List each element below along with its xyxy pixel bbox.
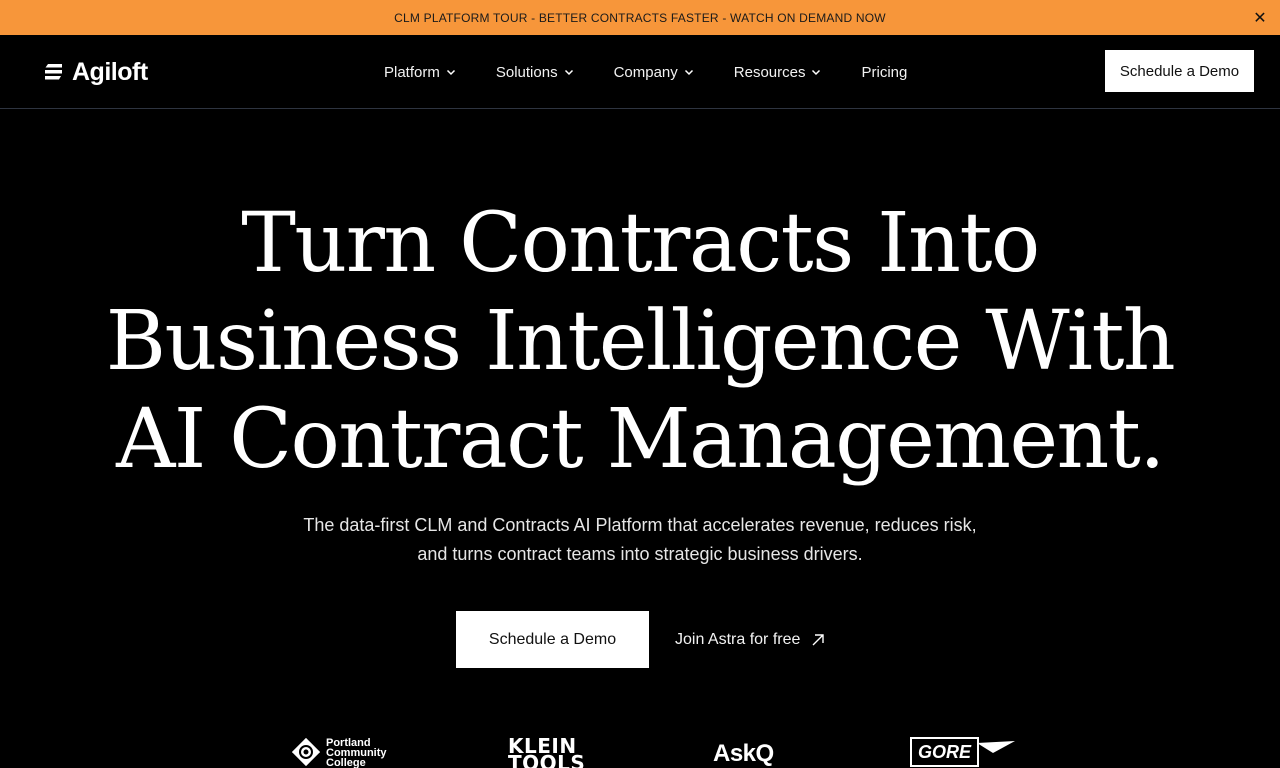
gore-wing-icon — [977, 741, 1016, 753]
schedule-demo-button-header[interactable]: Schedule a Demo — [1105, 50, 1254, 92]
site-header: Agiloft Platform Solutions Company Resou… — [0, 35, 1280, 109]
nav-item-company[interactable]: Company — [614, 64, 694, 81]
hero-subtitle: The data-first CLM and Contracts AI Plat… — [303, 515, 977, 564]
arrow-up-right-icon — [812, 634, 825, 646]
hero-title-line: Business Intelligence With — [105, 294, 1176, 389]
nav-item-pricing[interactable]: Pricing — [861, 64, 907, 81]
pcc-line: College — [326, 757, 366, 768]
askq-logo: AskQ — [713, 740, 774, 767]
main-nav: Platform Solutions Company Resources Pri… — [384, 35, 907, 109]
announcement-bar[interactable]: CLM PLATFORM TOUR - BETTER CONTRACTS FAS… — [0, 0, 1280, 35]
nav-item-label: Solutions — [495, 63, 558, 81]
join-astra-label: Join Astra for free — [675, 631, 801, 648]
nav-item-label: Company — [613, 63, 678, 81]
pcc-spiral-icon — [292, 738, 320, 766]
join-astra-link[interactable]: Join Astra for free — [675, 628, 826, 652]
klein-tools-logo: KLEIN TOOLS — [508, 736, 586, 768]
announcement-text[interactable]: CLM PLATFORM TOUR - BETTER CONTRACTS FAS… — [394, 11, 886, 25]
chevron-down-icon — [446, 69, 455, 76]
hero-title: Turn Contracts Into Business Intelligenc… — [0, 195, 1280, 489]
nav-item-label: Resources — [733, 63, 806, 81]
hero-title-line: Turn Contracts Into — [241, 196, 1040, 291]
nav-item-platform[interactable]: Platform — [384, 64, 456, 81]
nav-item-label: Pricing — [861, 63, 908, 81]
nav-item-solutions[interactable]: Solutions — [496, 64, 574, 81]
hero-title-line: AI Contract Management. — [116, 392, 1165, 487]
nav-item-resources[interactable]: Resources — [734, 64, 822, 81]
gore-logo-text: GORE — [910, 737, 980, 767]
gore-logo: GORE — [910, 737, 1016, 767]
portland-community-college-logo: Portland Community College — [292, 738, 387, 768]
agiloft-logo[interactable]: Agiloft — [42, 58, 148, 86]
customer-logo-strip: Portland Community College KLEIN TOOLS A… — [0, 732, 1280, 768]
nav-item-label: Platform — [384, 63, 440, 81]
logo-text: Agiloft — [72, 57, 148, 86]
close-icon[interactable]: ✕ — [1251, 9, 1269, 27]
klein-line: TOOLS — [508, 751, 586, 768]
chevron-down-icon — [812, 69, 821, 76]
chevron-down-icon — [684, 69, 693, 76]
agiloft-logo-mark-icon — [45, 64, 62, 80]
chevron-down-icon — [564, 69, 573, 76]
schedule-demo-button[interactable]: Schedule a Demo — [456, 611, 649, 668]
